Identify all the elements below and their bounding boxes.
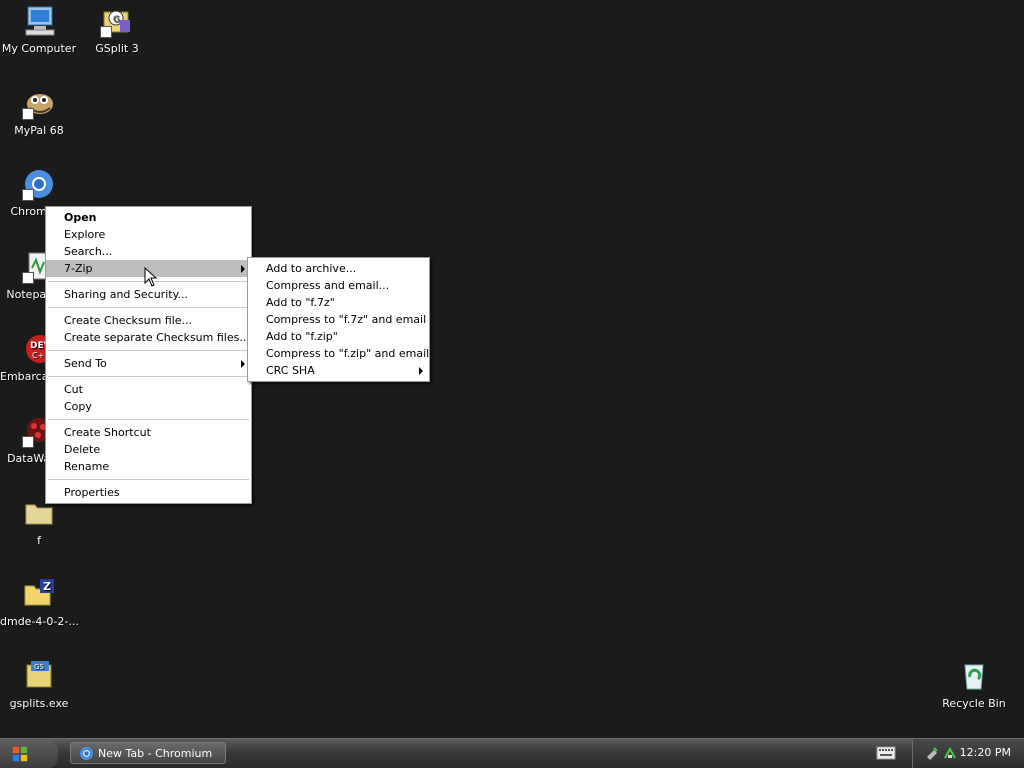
shortcut-arrow-icon bbox=[100, 26, 112, 38]
desktop-icon-label: Recycle Bin bbox=[942, 697, 1006, 710]
shortcut-arrow-icon bbox=[22, 272, 34, 284]
menu-item-label: Create Checksum file... bbox=[64, 314, 193, 327]
desktop-icon-label: gsplits.exe bbox=[9, 697, 69, 710]
menu-item-label: Create Shortcut bbox=[64, 426, 151, 439]
zip-folder-icon: Z bbox=[22, 577, 56, 611]
menu-item-copy[interactable]: Copy bbox=[46, 398, 251, 415]
menu-separator bbox=[48, 419, 249, 420]
recycle-bin-icon bbox=[957, 659, 991, 693]
menu-item-create-checksum[interactable]: Create Checksum file... bbox=[46, 312, 251, 329]
desktop-icon-gsplit[interactable]: G GSplit 3 bbox=[78, 4, 156, 55]
keyboard-icon[interactable] bbox=[876, 744, 896, 762]
submenu-item-compress-and-email[interactable]: Compress and email... bbox=[248, 277, 429, 294]
desktop-icon-dmde[interactable]: Z dmde-4-0-2-... bbox=[0, 577, 78, 628]
submenu-item-add-to-zip[interactable]: Add to "f.zip" bbox=[248, 328, 429, 345]
desktop-icon-gsplits-exe[interactable]: GS gsplits.exe bbox=[0, 659, 78, 710]
safely-remove-hardware-icon[interactable] bbox=[925, 746, 939, 760]
menu-item-label: 7-Zip bbox=[64, 262, 93, 275]
chromium-icon bbox=[79, 746, 94, 761]
chromium-icon bbox=[22, 167, 56, 201]
menu-item-label: Compress to "f.zip" and email bbox=[266, 347, 430, 360]
menu-item-label: Add to "f.7z" bbox=[266, 296, 335, 309]
menu-item-create-separate-checksums[interactable]: Create separate Checksum files... bbox=[46, 329, 251, 346]
menu-separator bbox=[48, 479, 249, 480]
submenu-arrow-icon bbox=[419, 367, 423, 375]
desktop-icon-recycle-bin[interactable]: Recycle Bin bbox=[935, 659, 1013, 710]
submenu-item-compress-7z-email[interactable]: Compress to "f.7z" and email bbox=[248, 311, 429, 328]
desktop-icon-label: My Computer bbox=[1, 42, 77, 55]
menu-item-label: Properties bbox=[64, 486, 120, 499]
svg-text:GS: GS bbox=[34, 663, 44, 671]
svg-text:Z: Z bbox=[43, 580, 51, 593]
taskbar: New Tab - Chromium 12:20 PM bbox=[0, 738, 1024, 768]
menu-item-label: Delete bbox=[64, 443, 101, 456]
menu-item-label: Copy bbox=[64, 400, 92, 413]
menu-separator bbox=[48, 376, 249, 377]
menu-item-label: Send To bbox=[64, 357, 107, 370]
network-icon[interactable] bbox=[943, 746, 957, 760]
menu-item-label: Add to archive... bbox=[266, 262, 357, 275]
menu-item-label: Compress and email... bbox=[266, 279, 390, 292]
submenu-arrow-icon bbox=[241, 265, 245, 273]
menu-item-label: Rename bbox=[64, 460, 110, 473]
menu-item-explore[interactable]: Explore bbox=[46, 226, 251, 243]
menu-item-label: CRC SHA bbox=[266, 364, 315, 377]
menu-item-cut[interactable]: Cut bbox=[46, 381, 251, 398]
menu-item-rename[interactable]: Rename bbox=[46, 458, 251, 475]
menu-item-send-to[interactable]: Send To bbox=[46, 355, 251, 372]
shortcut-arrow-icon bbox=[22, 436, 34, 448]
menu-item-search[interactable]: Search... bbox=[46, 243, 251, 260]
menu-item-label: Open bbox=[64, 211, 97, 224]
desktop[interactable]: My Computer G GSplit 3 MyPal 68 Chromium… bbox=[0, 0, 1024, 738]
shortcut-arrow-icon bbox=[22, 189, 34, 201]
gsplit-icon: G bbox=[100, 4, 134, 38]
menu-item-open[interactable]: Open bbox=[46, 209, 251, 226]
windows-logo-icon bbox=[12, 746, 28, 762]
menu-item-label: Sharing and Security... bbox=[64, 288, 189, 301]
menu-separator bbox=[48, 350, 249, 351]
submenu-item-add-to-archive[interactable]: Add to archive... bbox=[248, 260, 429, 277]
clock[interactable]: 12:20 PM bbox=[960, 746, 1011, 759]
menu-item-label: Compress to "f.7z" and email bbox=[266, 313, 427, 326]
context-menu: Open Explore Search... 7-Zip Sharing and… bbox=[45, 206, 252, 504]
menu-separator bbox=[48, 307, 249, 308]
menu-item-create-shortcut[interactable]: Create Shortcut bbox=[46, 424, 251, 441]
exe-icon: GS bbox=[22, 659, 56, 693]
submenu-item-add-to-7z[interactable]: Add to "f.7z" bbox=[248, 294, 429, 311]
desktop-icon-my-computer[interactable]: My Computer bbox=[0, 4, 78, 55]
shortcut-arrow-icon bbox=[22, 108, 34, 120]
taskbar-item-chromium[interactable]: New Tab - Chromium bbox=[70, 742, 226, 764]
desktop-icon-mypal[interactable]: MyPal 68 bbox=[0, 86, 78, 137]
menu-item-label: Create separate Checksum files... bbox=[64, 331, 250, 344]
system-tray: 12:20 PM bbox=[912, 739, 1024, 768]
start-button[interactable] bbox=[0, 740, 58, 768]
mouse-cursor-icon bbox=[144, 267, 158, 287]
desktop-icon-label: dmde-4-0-2-... bbox=[0, 615, 78, 628]
desktop-icon-label: MyPal 68 bbox=[14, 124, 64, 137]
menu-item-delete[interactable]: Delete bbox=[46, 441, 251, 458]
desktop-icon-label: GSplit 3 bbox=[95, 42, 139, 55]
computer-icon bbox=[22, 4, 56, 38]
desktop-icon-label: f bbox=[37, 534, 41, 547]
menu-item-label: Explore bbox=[64, 228, 106, 241]
submenu-arrow-icon bbox=[241, 360, 245, 368]
svg-text:G: G bbox=[113, 15, 120, 25]
mypal-icon bbox=[22, 86, 56, 120]
submenu-item-crc-sha[interactable]: CRC SHA bbox=[248, 362, 429, 379]
menu-item-properties[interactable]: Properties bbox=[46, 484, 251, 501]
taskbar-item-label: New Tab - Chromium bbox=[98, 747, 213, 760]
menu-item-label: Search... bbox=[64, 245, 113, 258]
menu-item-label: Add to "f.zip" bbox=[266, 330, 338, 343]
submenu-7zip: Add to archive... Compress and email... … bbox=[247, 257, 430, 382]
menu-item-label: Cut bbox=[64, 383, 83, 396]
menu-item-sharing-security[interactable]: Sharing and Security... bbox=[46, 286, 251, 303]
submenu-item-compress-zip-email[interactable]: Compress to "f.zip" and email bbox=[248, 345, 429, 362]
